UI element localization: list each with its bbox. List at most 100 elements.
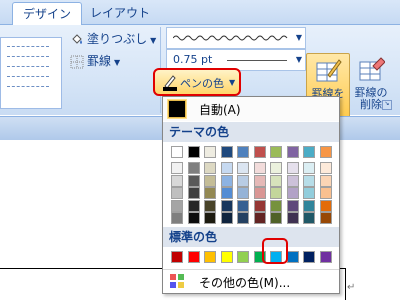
pen-color-dropdown: 自動(A) テーマの色 標準の色 その他の色(M)... bbox=[162, 96, 340, 294]
paint-bucket-icon bbox=[72, 33, 82, 44]
table-styles-gallery[interactable] bbox=[0, 37, 62, 109]
standard-color-swatch[interactable] bbox=[204, 251, 216, 263]
eraser-button[interactable]: 罫線の 削除 bbox=[350, 53, 392, 123]
theme-shade-swatch[interactable] bbox=[171, 199, 183, 212]
paragraph-mark-icon: ↵ bbox=[347, 282, 356, 293]
chevron-down-icon: ▼ bbox=[114, 58, 121, 67]
theme-shade-swatch[interactable] bbox=[171, 187, 183, 199]
theme-shade-swatch[interactable] bbox=[319, 199, 332, 212]
theme-shade-swatch[interactable] bbox=[286, 162, 299, 174]
theme-colors-header: テーマの色 bbox=[163, 122, 339, 142]
standard-color-swatch[interactable] bbox=[237, 251, 249, 263]
theme-shade-swatch[interactable] bbox=[270, 199, 282, 212]
eraser-table-icon bbox=[359, 57, 385, 81]
standard-color-swatch[interactable] bbox=[303, 251, 315, 263]
theme-shade-swatch[interactable] bbox=[303, 199, 315, 212]
theme-shade-swatch[interactable] bbox=[237, 199, 249, 212]
tab-design[interactable]: デザイン bbox=[12, 2, 83, 25]
theme-shade-swatch[interactable] bbox=[187, 187, 200, 199]
theme-shade-swatch[interactable] bbox=[187, 199, 200, 212]
chevron-down-icon: ▼ bbox=[295, 55, 302, 64]
theme-shade-swatch[interactable] bbox=[187, 162, 200, 174]
borders-label: 罫線 bbox=[87, 54, 112, 68]
theme-shade-swatch[interactable] bbox=[319, 174, 332, 187]
chevron-down-icon: ▼ bbox=[295, 33, 302, 42]
theme-color-swatch[interactable] bbox=[286, 146, 299, 158]
theme-color-swatch[interactable] bbox=[204, 146, 216, 158]
theme-shade-swatch[interactable] bbox=[303, 162, 315, 174]
theme-shade-swatch[interactable] bbox=[303, 212, 315, 224]
pen-icon bbox=[164, 75, 176, 88]
pen-style-select[interactable]: ▼ bbox=[166, 27, 306, 49]
theme-shade-swatch[interactable] bbox=[187, 174, 200, 187]
theme-shade-swatch[interactable] bbox=[204, 174, 216, 187]
theme-shade-swatch[interactable] bbox=[204, 162, 216, 174]
automatic-color-label: 自動(A) bbox=[199, 103, 241, 117]
ribbon-tab-bar: デザイン レイアウト bbox=[0, 0, 400, 25]
theme-color-swatch[interactable] bbox=[303, 146, 315, 158]
theme-shade-swatch[interactable] bbox=[253, 212, 266, 224]
pen-width-value: 0.75 pt bbox=[173, 53, 213, 66]
theme-shade-swatch[interactable] bbox=[187, 212, 200, 224]
theme-shade-swatch[interactable] bbox=[237, 212, 249, 224]
shading-button[interactable]: 塗りつぶし ▼ bbox=[70, 30, 156, 48]
theme-shade-swatch[interactable] bbox=[220, 162, 233, 174]
theme-shade-swatch[interactable] bbox=[220, 187, 233, 199]
shading-label: 塗りつぶし bbox=[87, 32, 148, 46]
theme-shade-swatch[interactable] bbox=[204, 187, 216, 199]
theme-shade-swatch[interactable] bbox=[286, 212, 299, 224]
color-palette-icon bbox=[170, 274, 184, 288]
chevron-down-icon: ▼ bbox=[150, 36, 157, 45]
standard-color-swatch[interactable] bbox=[220, 251, 233, 263]
theme-shade-swatch[interactable] bbox=[204, 212, 216, 224]
theme-color-swatch[interactable] bbox=[220, 146, 233, 158]
dialog-launcher-icon[interactable]: ↘ bbox=[382, 100, 392, 110]
theme-color-swatch[interactable] bbox=[270, 146, 282, 158]
theme-shade-swatch[interactable] bbox=[171, 162, 183, 174]
theme-color-swatch[interactable] bbox=[319, 146, 332, 158]
theme-shade-swatch[interactable] bbox=[319, 162, 332, 174]
automatic-color-item[interactable]: 自動(A) bbox=[163, 97, 339, 121]
more-colors-item[interactable]: その他の色(M)... bbox=[163, 270, 339, 292]
theme-shade-swatch[interactable] bbox=[286, 174, 299, 187]
theme-shade-swatch[interactable] bbox=[253, 174, 266, 187]
tab-layout[interactable]: レイアウト bbox=[80, 2, 160, 24]
standard-color-swatch[interactable] bbox=[171, 251, 183, 263]
borders-icon bbox=[70, 55, 84, 68]
theme-shade-swatch[interactable] bbox=[319, 212, 332, 224]
eraser-label-2: 削除 bbox=[360, 98, 382, 111]
standard-color-swatch[interactable] bbox=[187, 251, 200, 263]
theme-color-swatch[interactable] bbox=[253, 146, 266, 158]
theme-shade-swatch[interactable] bbox=[253, 199, 266, 212]
pen-color-button[interactable]: ペンの色 ▼ bbox=[153, 68, 241, 96]
theme-shade-swatch[interactable] bbox=[319, 187, 332, 199]
chevron-down-icon: ▼ bbox=[229, 78, 236, 87]
theme-shade-swatch[interactable] bbox=[286, 199, 299, 212]
theme-shade-swatch[interactable] bbox=[237, 174, 249, 187]
theme-shade-swatch[interactable] bbox=[237, 187, 249, 199]
theme-shade-swatch[interactable] bbox=[286, 187, 299, 199]
theme-shade-swatch[interactable] bbox=[171, 174, 183, 187]
theme-shade-swatch[interactable] bbox=[270, 187, 282, 199]
theme-shade-swatch[interactable] bbox=[303, 174, 315, 187]
theme-shade-swatch[interactable] bbox=[220, 199, 233, 212]
borders-button[interactable]: 罫線 ▼ bbox=[70, 52, 120, 70]
theme-shade-swatch[interactable] bbox=[253, 187, 266, 199]
theme-color-swatch[interactable] bbox=[171, 146, 183, 158]
theme-shade-swatch[interactable] bbox=[171, 212, 183, 224]
theme-shade-swatch[interactable] bbox=[237, 162, 249, 174]
theme-shade-swatch[interactable] bbox=[303, 187, 315, 199]
theme-color-swatch[interactable] bbox=[237, 146, 249, 158]
theme-shade-swatch[interactable] bbox=[220, 174, 233, 187]
standard-color-swatch[interactable] bbox=[319, 251, 332, 263]
theme-shade-swatch[interactable] bbox=[270, 212, 282, 224]
theme-color-swatch[interactable] bbox=[187, 146, 200, 158]
theme-shade-swatch[interactable] bbox=[204, 199, 216, 212]
wavy-line-icon bbox=[173, 35, 288, 41]
theme-shade-swatch[interactable] bbox=[270, 162, 282, 174]
table-border-line bbox=[345, 268, 346, 300]
theme-shade-swatch[interactable] bbox=[220, 212, 233, 224]
theme-shade-swatch[interactable] bbox=[253, 162, 266, 174]
theme-shade-swatch[interactable] bbox=[270, 174, 282, 187]
standard-color-swatch[interactable] bbox=[286, 251, 299, 263]
